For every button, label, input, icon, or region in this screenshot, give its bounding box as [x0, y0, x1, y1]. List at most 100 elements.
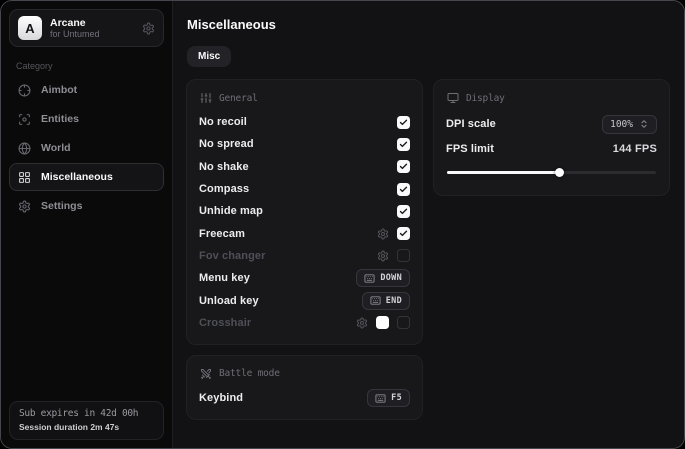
- sidebar-item-aimbot[interactable]: Aimbot: [9, 76, 164, 104]
- general-card-header: General: [200, 92, 410, 104]
- setting-row-freecam: Freecam: [199, 222, 410, 244]
- setting-label: Unload key: [199, 295, 259, 307]
- dpi-scale-value: 100%: [610, 119, 633, 130]
- menu-key-binding[interactable]: DOWN: [356, 269, 410, 287]
- setting-row-no-shake: No shake: [199, 156, 410, 178]
- setting-label: Freecam: [199, 228, 245, 240]
- page-title: Miscellaneous: [187, 17, 670, 32]
- setting-label: Crosshair: [199, 317, 251, 329]
- dpi-scale-select[interactable]: 100%: [602, 115, 657, 134]
- sidebar-item-label: World: [41, 142, 71, 154]
- key-label: DOWN: [380, 273, 402, 283]
- app-window: A Arcane for Untumed Category Aimbot Ent…: [0, 0, 685, 449]
- setting-row-keybind: Keybind F5: [199, 387, 410, 409]
- fps-limit-slider[interactable]: [447, 165, 656, 179]
- unhide-map-checkbox[interactable]: [397, 205, 410, 218]
- freecam-checkbox[interactable]: [397, 227, 410, 240]
- session-duration-text: Session duration 2m 47s: [19, 422, 154, 432]
- sidebar-item-label: Settings: [41, 200, 82, 212]
- sidebar-item-label: Aimbot: [41, 84, 77, 96]
- scan-icon: [18, 113, 31, 126]
- sidebar-item-settings[interactable]: Settings: [9, 192, 164, 220]
- setting-label: Keybind: [199, 392, 243, 404]
- setting-row-fov-changer: Fov changer: [199, 245, 410, 267]
- brand-settings-icon[interactable]: [142, 22, 155, 35]
- setting-label: Unhide map: [199, 205, 263, 217]
- crosshair-color-swatch[interactable]: [376, 316, 389, 329]
- setting-row-unload-key: Unload key END: [199, 289, 410, 311]
- swords-icon: [200, 368, 212, 380]
- setting-row-unhide-map: Unhide map: [199, 200, 410, 222]
- general-card: General No recoil No spread: [186, 79, 423, 345]
- setting-row-no-spread: No spread: [199, 133, 410, 155]
- fps-slider-fill: [447, 171, 560, 174]
- monitor-icon: [447, 92, 459, 104]
- right-column: Display DPI scale 100% FPS limit: [433, 79, 670, 196]
- compass-checkbox[interactable]: [397, 183, 410, 196]
- setting-label: Compass: [199, 183, 249, 195]
- display-card: Display DPI scale 100% FPS limit: [433, 79, 670, 196]
- brand-text: Arcane for Untumed: [50, 17, 134, 39]
- subscription-info: Sub expires in 42d 00h Session duration …: [9, 401, 164, 440]
- battle-mode-card: Battle mode Keybind F5: [186, 355, 423, 420]
- setting-label: No recoil: [199, 116, 247, 128]
- sidebar-item-label: Entities: [41, 113, 79, 125]
- setting-row-crosshair: Crosshair: [199, 312, 410, 334]
- sidebar-item-world[interactable]: World: [9, 134, 164, 162]
- freecam-config-gear-icon[interactable]: [377, 228, 389, 240]
- battle-mode-key-binding[interactable]: F5: [367, 389, 410, 407]
- fps-slider-thumb[interactable]: [555, 168, 564, 177]
- app-logo: A: [18, 16, 42, 40]
- setting-label: No shake: [199, 161, 249, 173]
- sub-expiry-text: Sub expires in 42d 00h: [19, 408, 154, 419]
- key-label: F5: [391, 393, 402, 403]
- battle-mode-card-header: Battle mode: [200, 368, 410, 380]
- no-shake-checkbox[interactable]: [397, 160, 410, 173]
- setting-row-fps-limit: FPS limit 144 FPS: [446, 137, 657, 161]
- category-label: Category: [16, 61, 158, 71]
- setting-row-compass: Compass: [199, 178, 410, 200]
- fov-changer-checkbox[interactable]: [397, 249, 410, 262]
- setting-label: Fov changer: [199, 250, 266, 262]
- card-title: Battle mode: [219, 368, 280, 379]
- card-title: General: [219, 93, 258, 104]
- sidebar: A Arcane for Untumed Category Aimbot Ent…: [1, 1, 173, 448]
- brand-card: A Arcane for Untumed: [9, 9, 164, 47]
- app-subtitle: for Untumed: [50, 29, 134, 39]
- fps-limit-value: 144 FPS: [613, 143, 657, 155]
- crosshair-checkbox[interactable]: [397, 316, 410, 329]
- sidebar-item-miscellaneous[interactable]: Miscellaneous: [9, 163, 164, 191]
- gear-icon: [18, 200, 31, 213]
- crosshair-config-gear-icon[interactable]: [356, 317, 368, 329]
- card-title: Display: [466, 93, 505, 104]
- sidebar-item-entities[interactable]: Entities: [9, 105, 164, 133]
- sliders-icon: [200, 92, 212, 104]
- keyboard-icon: [364, 273, 375, 284]
- crosshair-icon: [18, 84, 31, 97]
- setting-label: DPI scale: [446, 118, 496, 130]
- chevrons-up-down-icon: [639, 119, 649, 129]
- setting-label: FPS limit: [446, 143, 494, 155]
- sidebar-item-label: Miscellaneous: [41, 171, 113, 183]
- display-card-header: Display: [447, 92, 657, 104]
- fov-changer-config-gear-icon[interactable]: [377, 250, 389, 262]
- card-columns: General No recoil No spread: [186, 79, 670, 420]
- key-label: END: [386, 296, 402, 306]
- setting-row-menu-key: Menu key DOWN: [199, 267, 410, 289]
- sidebar-nav: Aimbot Entities World Miscellaneous Sett…: [9, 76, 164, 220]
- unload-key-binding[interactable]: END: [362, 292, 410, 310]
- app-name: Arcane: [50, 17, 134, 29]
- setting-row-dpi-scale: DPI scale 100%: [446, 111, 657, 137]
- no-spread-checkbox[interactable]: [397, 138, 410, 151]
- setting-label: No spread: [199, 138, 254, 150]
- setting-label: Menu key: [199, 272, 250, 284]
- main-content: Miscellaneous Misc General No recoil: [173, 1, 684, 448]
- setting-row-no-recoil: No recoil: [199, 111, 410, 133]
- tab-misc[interactable]: Misc: [187, 46, 231, 67]
- keyboard-icon: [375, 393, 386, 404]
- globe-icon: [18, 142, 31, 155]
- left-column: General No recoil No spread: [186, 79, 423, 420]
- grid-icon: [18, 171, 31, 184]
- keyboard-icon: [370, 295, 381, 306]
- no-recoil-checkbox[interactable]: [397, 116, 410, 129]
